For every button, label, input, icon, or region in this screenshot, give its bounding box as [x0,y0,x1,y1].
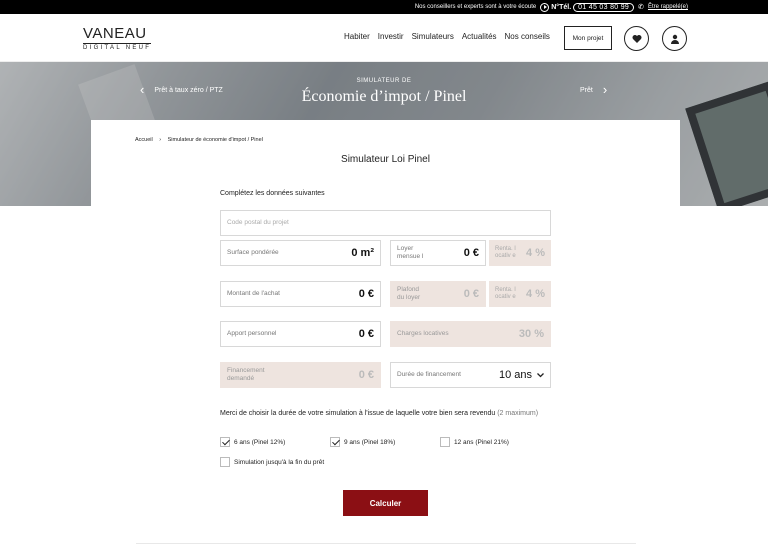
account-button[interactable] [662,26,687,51]
topbar-text: Nos conseillers et experts sont à votre … [414,4,537,10]
user-icon [670,34,679,44]
divider [136,543,636,544]
question-hint: (2 maximum) [497,410,539,417]
heart-icon [632,34,641,43]
option-9-ans[interactable]: 9 ans (Pinel 18%) [330,437,395,447]
duree-select[interactable]: Durée de financement 10 ans [390,362,551,388]
charges-field: Charges locatives 30 % [390,321,551,347]
play-icon [540,2,550,12]
nav-conseils[interactable]: Nos conseils [505,32,550,41]
achat-value: 0 € [358,288,374,300]
hero-subtitle: SIMULATEUR DE [356,78,412,84]
duree-value: 10 ans [498,369,532,381]
achat-field[interactable]: Montant de l'achat 0 € [220,281,381,307]
question-text: Merci de choisir la durée de votre simul… [220,410,496,417]
charges-label: Charges locatives [397,330,449,337]
renta-2-label: Renta. locativ e [495,287,516,300]
option-9-ans-label: 9 ans (Pinel 18%) [344,438,396,446]
top-bar: Nos conseillers et experts sont à votre … [0,0,768,14]
tel-label: N°Tél. [551,3,572,11]
plafond-label: Plafond du loyer [397,286,421,301]
logo-line1: VANEAU [83,25,147,42]
simulator-card: Accueil › Simulateur de économie d'impot… [91,120,680,549]
duree-label: Durée de financement [397,371,461,378]
surface-label: Surface pondérée [227,249,279,256]
checkbox-12-ans[interactable] [440,437,450,447]
option-6-ans-label: 6 ans (Pinel 12%) [234,438,286,446]
site-header: VANEAU DIGITAL NEUF Habiter Investir Sim… [0,14,768,62]
surface-field[interactable]: Surface pondérée 0 m² [220,240,381,266]
breadcrumb-home[interactable]: Accueil [135,137,153,143]
loyer-label: Loyer mensue l [397,245,424,260]
nav-investir[interactable]: Investir [378,32,404,41]
checkbox-fin-pret[interactable] [220,457,230,467]
achat-label: Montant de l'achat [227,290,280,297]
chevron-down-icon [537,372,544,377]
financement-label: Financement demandé [227,367,265,382]
apport-field[interactable]: Apport personnel 0 € [220,321,381,347]
renta-1: Renta. locativ e 4 % [489,240,551,266]
financement-field: Financement demandé 0 € [220,362,381,388]
call-button[interactable]: N°Tél. 01 45 03 80 99 [540,2,635,12]
option-12-ans[interactable]: 12 ans (Pinel 21%) [440,437,509,447]
apport-value: 0 € [358,328,374,340]
financement-value: 0 € [358,369,374,381]
mon-projet-button[interactable]: Mon projet [564,26,612,50]
logo[interactable]: VANEAU DIGITAL NEUF [83,25,152,51]
hero-title: Économie d’impot / Pinel [301,88,467,105]
surface-value: 0 m² [351,247,374,259]
callback-link[interactable]: Être rappelé(e) [648,4,688,10]
card-title: Simulateur Loi Pinel [341,154,430,165]
phone-icon: ✆ [638,4,644,11]
option-12-ans-label: 12 ans (Pinel 21%) [454,438,509,446]
option-fin-pret[interactable]: Simulation jusqu'à la fin du prêt [220,457,324,467]
renta-1-label: Renta. locativ e [495,246,516,259]
checkbox-6-ans[interactable] [220,437,230,447]
renta-2: Renta. locativ e 4 % [489,281,551,307]
postal-code-field[interactable]: Code postal du projet [220,210,551,236]
form-intro: Complétez les données suivantes [220,190,325,197]
duration-question: Merci de choisir la durée de votre simul… [220,410,560,418]
calculer-button[interactable]: Calculer [343,490,428,516]
renta-1-value: 4 % [526,247,545,259]
renta-2-value: 4 % [526,288,545,300]
loyer-field[interactable]: Loyer mensue l 0 € [390,240,486,266]
checkbox-9-ans[interactable] [330,437,340,447]
main-nav: Habiter Investir Simulateurs Actualités … [344,32,558,41]
plafond-value: 0 € [463,288,479,300]
duree-selected: 10 ans [499,369,544,381]
next-label: Prêt [580,86,593,94]
breadcrumb-separator: › [159,137,162,143]
option-fin-pret-label: Simulation jusqu'à la fin du prêt [234,458,325,466]
loyer-value: 0 € [463,247,479,259]
breadcrumb: Accueil › Simulateur de économie d'impot… [135,137,268,143]
logo-line2: DIGITAL NEUF [83,43,152,51]
option-6-ans[interactable]: 6 ans (Pinel 12%) [220,437,285,447]
nav-actualites[interactable]: Actualités [462,32,497,41]
plafond-field: Plafond du loyer 0 € [390,281,486,307]
nav-habiter[interactable]: Habiter [344,32,370,41]
breadcrumb-current: Simulateur de économie d'impot / Pinel [167,137,263,143]
phone-number[interactable]: 01 45 03 80 99 [573,2,635,12]
next-simulator-link[interactable]: Prêt › [580,82,608,97]
postal-code-placeholder: Code postal du projet [227,219,289,226]
chevron-right-icon: › [602,82,608,97]
nav-simulateurs[interactable]: Simulateurs [412,32,454,41]
favorites-button[interactable] [624,26,649,51]
apport-label: Apport personnel [227,330,277,337]
charges-value: 30 % [518,328,544,340]
